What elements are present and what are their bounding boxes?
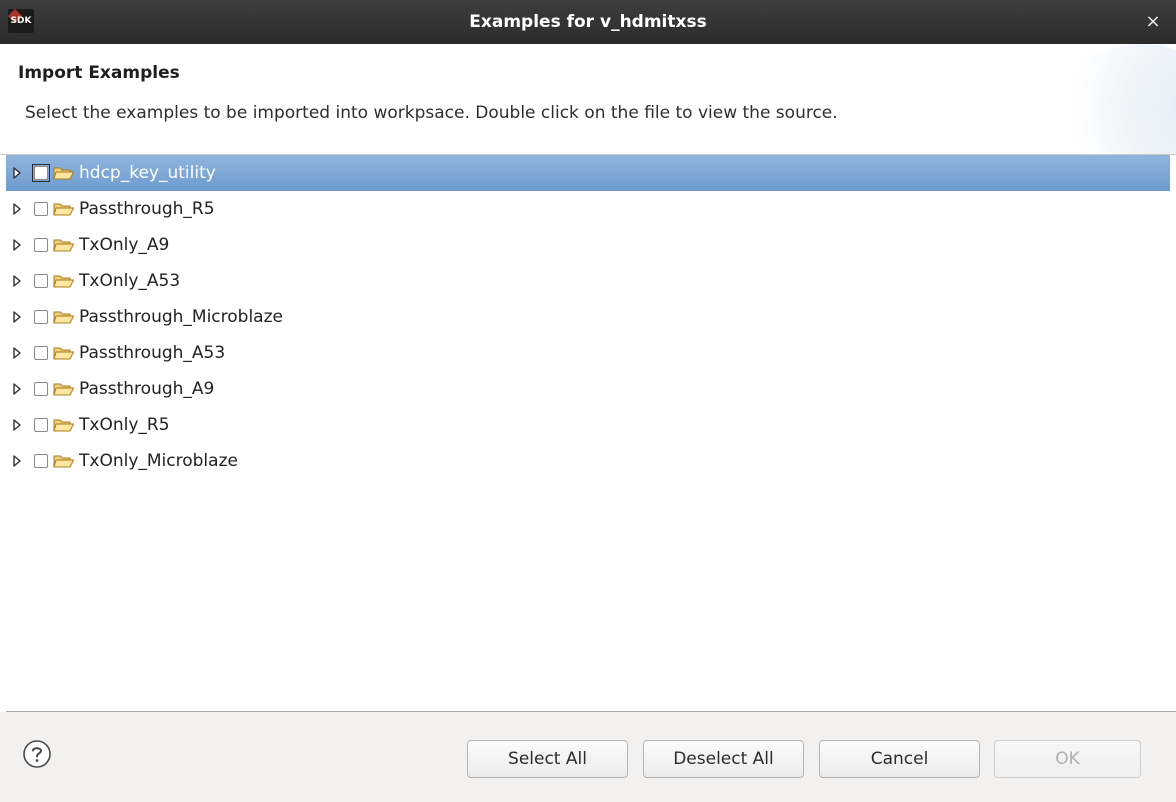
expand-arrow-icon[interactable] xyxy=(12,202,22,216)
folder-open-icon xyxy=(53,237,75,253)
tree-item-checkbox[interactable] xyxy=(34,382,48,396)
header-decoration xyxy=(1046,44,1176,154)
tree-item[interactable]: TxOnly_R5 xyxy=(6,407,1170,443)
tree-item-label: TxOnly_R5 xyxy=(79,415,170,435)
tree-item-checkbox[interactable] xyxy=(34,310,48,324)
tree-item-checkbox[interactable] xyxy=(34,202,48,216)
tree-item[interactable]: TxOnly_A53 xyxy=(6,263,1170,299)
tree-item-checkbox[interactable] xyxy=(34,238,48,252)
window-title: Examples for v_hdmitxss xyxy=(469,12,707,32)
tree-item[interactable]: TxOnly_A9 xyxy=(6,227,1170,263)
tree-item[interactable]: TxOnly_Microblaze xyxy=(6,443,1170,479)
tree-item[interactable]: Passthrough_A53 xyxy=(6,335,1170,371)
expand-arrow-icon[interactable] xyxy=(12,454,22,468)
folder-open-icon xyxy=(53,273,75,289)
help-icon[interactable] xyxy=(21,738,53,770)
tree-item[interactable]: Passthrough_Microblaze xyxy=(6,299,1170,335)
examples-tree[interactable]: hdcp_key_utility Passthrough_R5 TxOnly_A… xyxy=(6,155,1170,711)
tree-item-label: Passthrough_A9 xyxy=(79,379,215,399)
tree-item[interactable]: Passthrough_A9 xyxy=(6,371,1170,407)
expand-arrow-icon[interactable] xyxy=(12,418,22,432)
close-icon[interactable]: × xyxy=(1142,11,1164,33)
expand-arrow-icon[interactable] xyxy=(12,238,22,252)
tree-item-checkbox[interactable] xyxy=(34,454,48,468)
folder-open-icon xyxy=(53,345,75,361)
tree-item-label: Passthrough_Microblaze xyxy=(79,307,283,327)
folder-open-icon xyxy=(53,417,75,433)
folder-open-icon xyxy=(53,381,75,397)
tree-item-label: TxOnly_A53 xyxy=(79,271,181,291)
page-description: Select the examples to be imported into … xyxy=(25,103,838,123)
folder-open-icon xyxy=(53,201,75,217)
title-bar[interactable]: SDK Examples for v_hdmitxss × xyxy=(0,0,1176,44)
tree-item-label: Passthrough_A53 xyxy=(79,343,226,363)
tree-item-label: TxOnly_A9 xyxy=(79,235,170,255)
tree-item-checkbox[interactable] xyxy=(34,274,48,288)
deselect-all-button[interactable]: Deselect All xyxy=(643,740,804,778)
tree-item[interactable]: Passthrough_R5 xyxy=(6,191,1170,227)
expand-arrow-icon[interactable] xyxy=(12,166,22,180)
tree-item-checkbox[interactable] xyxy=(34,418,48,432)
expand-arrow-icon[interactable] xyxy=(12,310,22,324)
ok-button[interactable]: OK xyxy=(994,740,1141,778)
dialog-header: Import Examples Select the examples to b… xyxy=(0,44,1176,154)
select-all-button[interactable]: Select All xyxy=(467,740,628,778)
folder-open-icon xyxy=(53,309,75,325)
examples-dialog: SDK Examples for v_hdmitxss × Import Exa… xyxy=(0,0,1176,802)
page-title: Import Examples xyxy=(18,63,180,83)
tree-item-label: TxOnly_Microblaze xyxy=(79,451,238,471)
cancel-button[interactable]: Cancel xyxy=(819,740,980,778)
tree-item-label: hdcp_key_utility xyxy=(79,163,216,183)
expand-arrow-icon[interactable] xyxy=(12,382,22,396)
folder-open-icon xyxy=(53,165,75,181)
expand-arrow-icon[interactable] xyxy=(12,346,22,360)
tree-item-checkbox[interactable] xyxy=(34,346,48,360)
folder-open-icon xyxy=(53,453,75,469)
tree-item[interactable]: hdcp_key_utility xyxy=(6,155,1170,191)
tree-item-checkbox[interactable] xyxy=(34,166,48,180)
expand-arrow-icon[interactable] xyxy=(12,274,22,288)
tree-item-label: Passthrough_R5 xyxy=(79,199,215,219)
button-bar: Select All Deselect All Cancel OK xyxy=(0,712,1176,802)
